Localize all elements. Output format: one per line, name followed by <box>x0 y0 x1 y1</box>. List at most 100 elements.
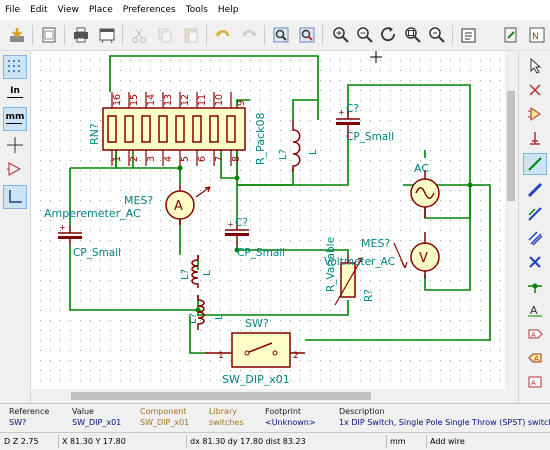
msg-footprint-header: Footprint <box>265 407 302 416</box>
msg-library-header: Library <box>209 407 237 416</box>
pin-number: 5 <box>180 156 191 162</box>
msg-description-value: 1x DIP Switch, Single Pole Single Throw … <box>339 418 550 427</box>
vertical-scroll-thumb[interactable] <box>507 91 515 201</box>
junction-icon[interactable] <box>523 275 547 297</box>
msg-component-header: Component <box>140 407 187 416</box>
switch-reference: SW? <box>245 317 269 330</box>
menu-bar: File Edit View Place Preferences Tools H… <box>0 0 550 20</box>
units-mm-label: mm <box>5 111 25 122</box>
vertical-scrollbar[interactable] <box>505 51 517 403</box>
msg-value-header: Value <box>72 407 94 416</box>
menu-file[interactable]: File <box>0 0 25 20</box>
library-browser-icon[interactable] <box>458 24 480 46</box>
netlist-icon[interactable]: N <box>526 24 548 46</box>
units-mm-button[interactable]: mm <box>3 107 27 131</box>
paste-icon[interactable] <box>180 24 202 46</box>
message-panel: Reference SW? Value SW_DIP_x01 Component… <box>0 403 550 433</box>
cursor-shape-icon[interactable] <box>3 133 27 157</box>
find-icon[interactable] <box>270 24 292 46</box>
wire-to-bus-entry-icon[interactable] <box>523 203 547 225</box>
zoom-selection-icon[interactable] <box>426 24 448 46</box>
msg-reference-value: SW? <box>9 418 27 427</box>
undo-icon[interactable] <box>212 24 234 46</box>
global-label-icon[interactable]: A <box>523 323 547 345</box>
grid-toggle-icon[interactable] <box>3 55 27 79</box>
svg-text:N: N <box>532 32 539 42</box>
units-inch-button[interactable]: In <box>3 81 27 105</box>
msg-library-value: switches <box>209 418 244 427</box>
zoom-in-icon[interactable] <box>330 24 352 46</box>
horizontal-scroll-thumb[interactable] <box>71 392 371 400</box>
l-top-reference: L? <box>278 149 289 160</box>
svg-text:A: A <box>531 331 536 339</box>
pin-number: 9 <box>236 100 247 106</box>
plot-icon[interactable] <box>96 24 118 46</box>
c-mid-plus: + <box>227 220 234 229</box>
menu-view[interactable]: View <box>53 0 84 20</box>
cut-icon[interactable] <box>128 24 150 46</box>
menu-help[interactable]: Help <box>213 0 244 20</box>
msg-reference: Reference SW? <box>9 406 49 428</box>
msg-component-value: SW_DIP_x01 <box>140 418 190 427</box>
net-label-icon[interactable]: A <box>523 299 547 321</box>
place-bus-icon[interactable] <box>523 179 547 201</box>
svg-text:A: A <box>534 355 539 363</box>
pin-number: 10 <box>214 94 225 106</box>
main-toolbar: N <box>0 20 550 51</box>
pin-number: 11 <box>197 94 208 106</box>
c-left-value: CP_Small <box>73 247 121 259</box>
symbol-editor-icon[interactable] <box>500 24 522 46</box>
menu-tools[interactable]: Tools <box>181 0 213 20</box>
pin-number: 3 <box>146 156 157 162</box>
zoom-out-icon[interactable] <box>354 24 376 46</box>
select-arrow-icon[interactable] <box>523 55 547 77</box>
l2-reference: L? <box>188 313 199 324</box>
highlight-net-icon[interactable] <box>523 79 547 101</box>
hidden-pins-icon[interactable] <box>3 157 27 181</box>
find-replace-icon[interactable] <box>296 24 318 46</box>
pin-number: 15 <box>129 94 140 106</box>
pin-number: 12 <box>180 94 191 106</box>
schematic-canvas[interactable]: 16 15 14 13 12 11 10 9 1 2 3 4 5 6 7 8 R… <box>31 51 505 403</box>
junction <box>467 182 473 188</box>
ammeter-value: Amperemeter_AC <box>44 207 141 220</box>
c-mid-value: CP_Small <box>237 247 285 259</box>
hierarchical-label-icon[interactable]: A <box>523 347 547 369</box>
wire-angle-icon[interactable] <box>3 185 27 209</box>
place-wire-icon[interactable] <box>523 153 547 175</box>
voltmeter-letter: V <box>419 251 428 266</box>
zoom-fit-icon[interactable] <box>402 24 424 46</box>
redo-icon[interactable] <box>238 24 260 46</box>
save-icon[interactable] <box>6 24 28 46</box>
place-power-icon[interactable] <box>523 127 547 149</box>
menu-edit[interactable]: Edit <box>25 0 52 20</box>
msg-library: Library switches <box>209 406 244 428</box>
hierarchical-sheet-icon[interactable]: A <box>523 371 547 393</box>
page-settings-icon[interactable] <box>38 24 60 46</box>
switch-value: SW_DIP_x01 <box>222 373 290 386</box>
c-top-plus: + <box>338 108 345 117</box>
status-bar: D Z 2.75 X 81.30 Y 17.80 dx 81.30 dy 17.… <box>0 432 550 450</box>
left-toolbar: In mm <box>0 51 31 403</box>
no-connect-icon[interactable] <box>523 251 547 273</box>
horizontal-scrollbar[interactable] <box>31 389 505 403</box>
svg-text:A: A <box>531 379 536 387</box>
units-inch-label: In <box>10 85 20 96</box>
pin-number: 14 <box>146 94 157 106</box>
msg-description: Description 1x DIP Switch, Single Pole S… <box>339 406 550 428</box>
menu-preferences[interactable]: Preferences <box>118 0 181 20</box>
ammeter-letter: A <box>174 199 183 214</box>
print-icon[interactable] <box>70 24 92 46</box>
place-symbol-icon[interactable] <box>523 103 547 125</box>
rn-reference: RN? <box>88 123 101 145</box>
zoom-redraw-icon[interactable] <box>378 24 400 46</box>
menu-place[interactable]: Place <box>84 0 118 20</box>
bus-to-bus-entry-icon[interactable] <box>523 227 547 249</box>
switch-pin2: 2 <box>293 351 299 361</box>
copy-icon[interactable] <box>154 24 176 46</box>
ac-source-value: AC <box>414 162 429 175</box>
pin-number: 8 <box>231 156 242 162</box>
status-delta: dx 81.30 dy 17.80 dist 83.23 <box>190 437 306 446</box>
c-left-plus: + <box>59 223 66 232</box>
c-top-reference: C? <box>346 103 359 115</box>
